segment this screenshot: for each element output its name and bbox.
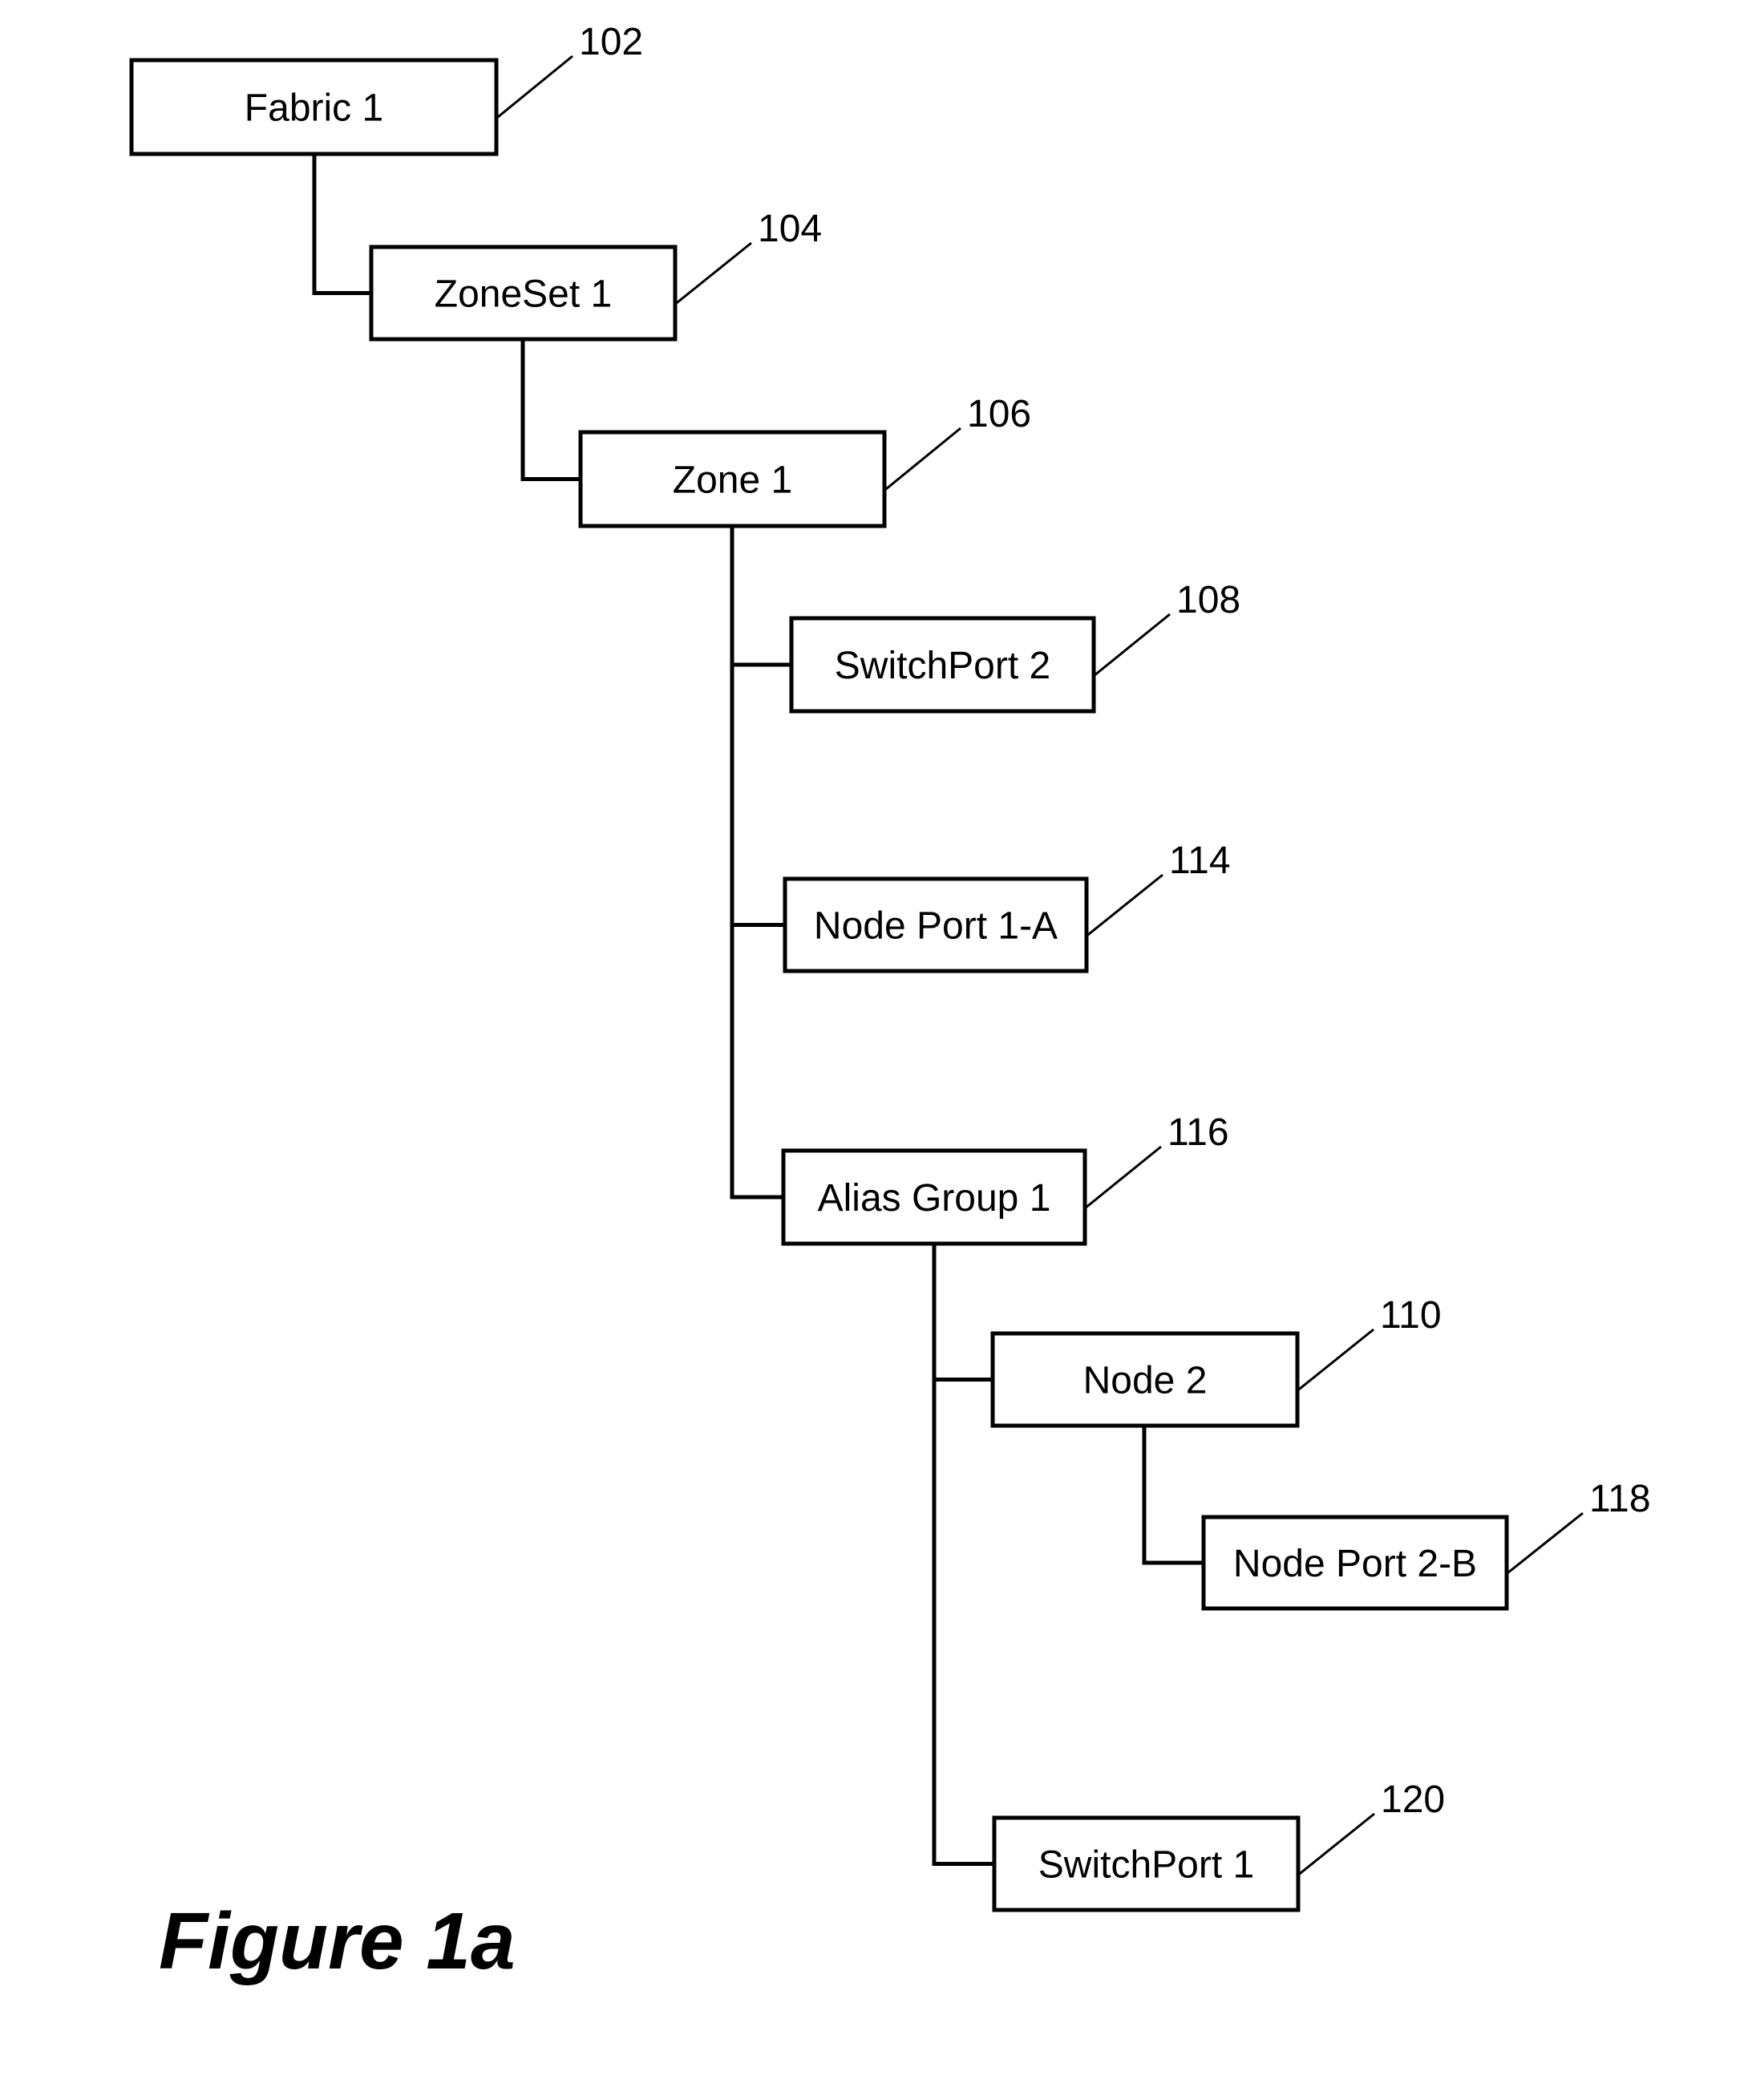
node-node-2: Node 2 [990, 1331, 1300, 1428]
leader-line [674, 241, 752, 305]
node-label: Fabric 1 [245, 87, 383, 130]
figure-caption: Figure 1a [159, 1896, 516, 1986]
node-label: Node Port 1-A [814, 905, 1058, 948]
reference-number: 118 [1589, 1478, 1651, 1520]
node-label: Zone 1 [673, 459, 792, 502]
node-switchport-2: SwitchPort 2 [789, 616, 1096, 714]
leader-line [884, 427, 961, 492]
leader-line [1084, 1145, 1162, 1210]
connector-zone-1-to-switchport-2 [730, 526, 791, 667]
reference-number: 110 [1380, 1294, 1442, 1337]
connector-node-2-to-node-port-2b [1142, 1426, 1204, 1565]
node-zone-1: Zone 1 [578, 430, 887, 528]
leader-line [1506, 1511, 1584, 1575]
connector-alias-group-1-to-node-2 [932, 1244, 993, 1382]
reference-number: 102 [579, 21, 643, 63]
node-label: SwitchPort 2 [835, 645, 1050, 687]
reference-number: 120 [1381, 1778, 1445, 1821]
node-label: SwitchPort 1 [1038, 1844, 1254, 1887]
node-zoneset-1: ZoneSet 1 [369, 245, 678, 342]
node-node-port-1a: Node Port 1-A [783, 876, 1089, 973]
node-alias-group-1: Alias Group 1 [781, 1148, 1087, 1246]
leader-line [1297, 1812, 1375, 1876]
leader-line [496, 55, 573, 119]
connector-zone-1-to-node-port-1a [730, 526, 785, 927]
connector-zoneset-1-to-zone-1 [520, 339, 581, 481]
node-label: ZoneSet 1 [435, 273, 612, 316]
reference-number: 106 [967, 393, 1031, 435]
connector-alias-group-1-to-switchport-1 [932, 1244, 994, 1866]
leader-line [1086, 873, 1163, 937]
connector-zone-1-to-alias-group-1 [730, 526, 783, 1200]
connectors [312, 154, 1204, 1866]
node-node-port-2b: Node Port 2-B [1201, 1515, 1509, 1611]
reference-number: 108 [1176, 579, 1240, 621]
leader-line [1093, 613, 1171, 678]
node-label: Alias Group 1 [818, 1177, 1051, 1220]
node-label: Node Port 2-B [1233, 1543, 1477, 1585]
node-fabric-1: Fabric 1 [129, 58, 499, 156]
reference-number: 116 [1167, 1111, 1229, 1154]
reference-number: 104 [758, 208, 822, 250]
nodes: Fabric 1 ZoneSet 1 Zone 1 SwitchPort 2 Node … [129, 58, 1509, 1912]
node-switchport-1: SwitchPort 1 [992, 1815, 1301, 1912]
reference-number: 114 [1169, 840, 1231, 882]
connector-fabric-1-to-zoneset-1 [312, 154, 371, 295]
tree-diagram: 102 104 106 108 114 116 110 118 120 Fabric 1 Zone… [129, 21, 1651, 1986]
leader-line [1297, 1328, 1374, 1392]
node-label: Node 2 [1083, 1360, 1208, 1402]
